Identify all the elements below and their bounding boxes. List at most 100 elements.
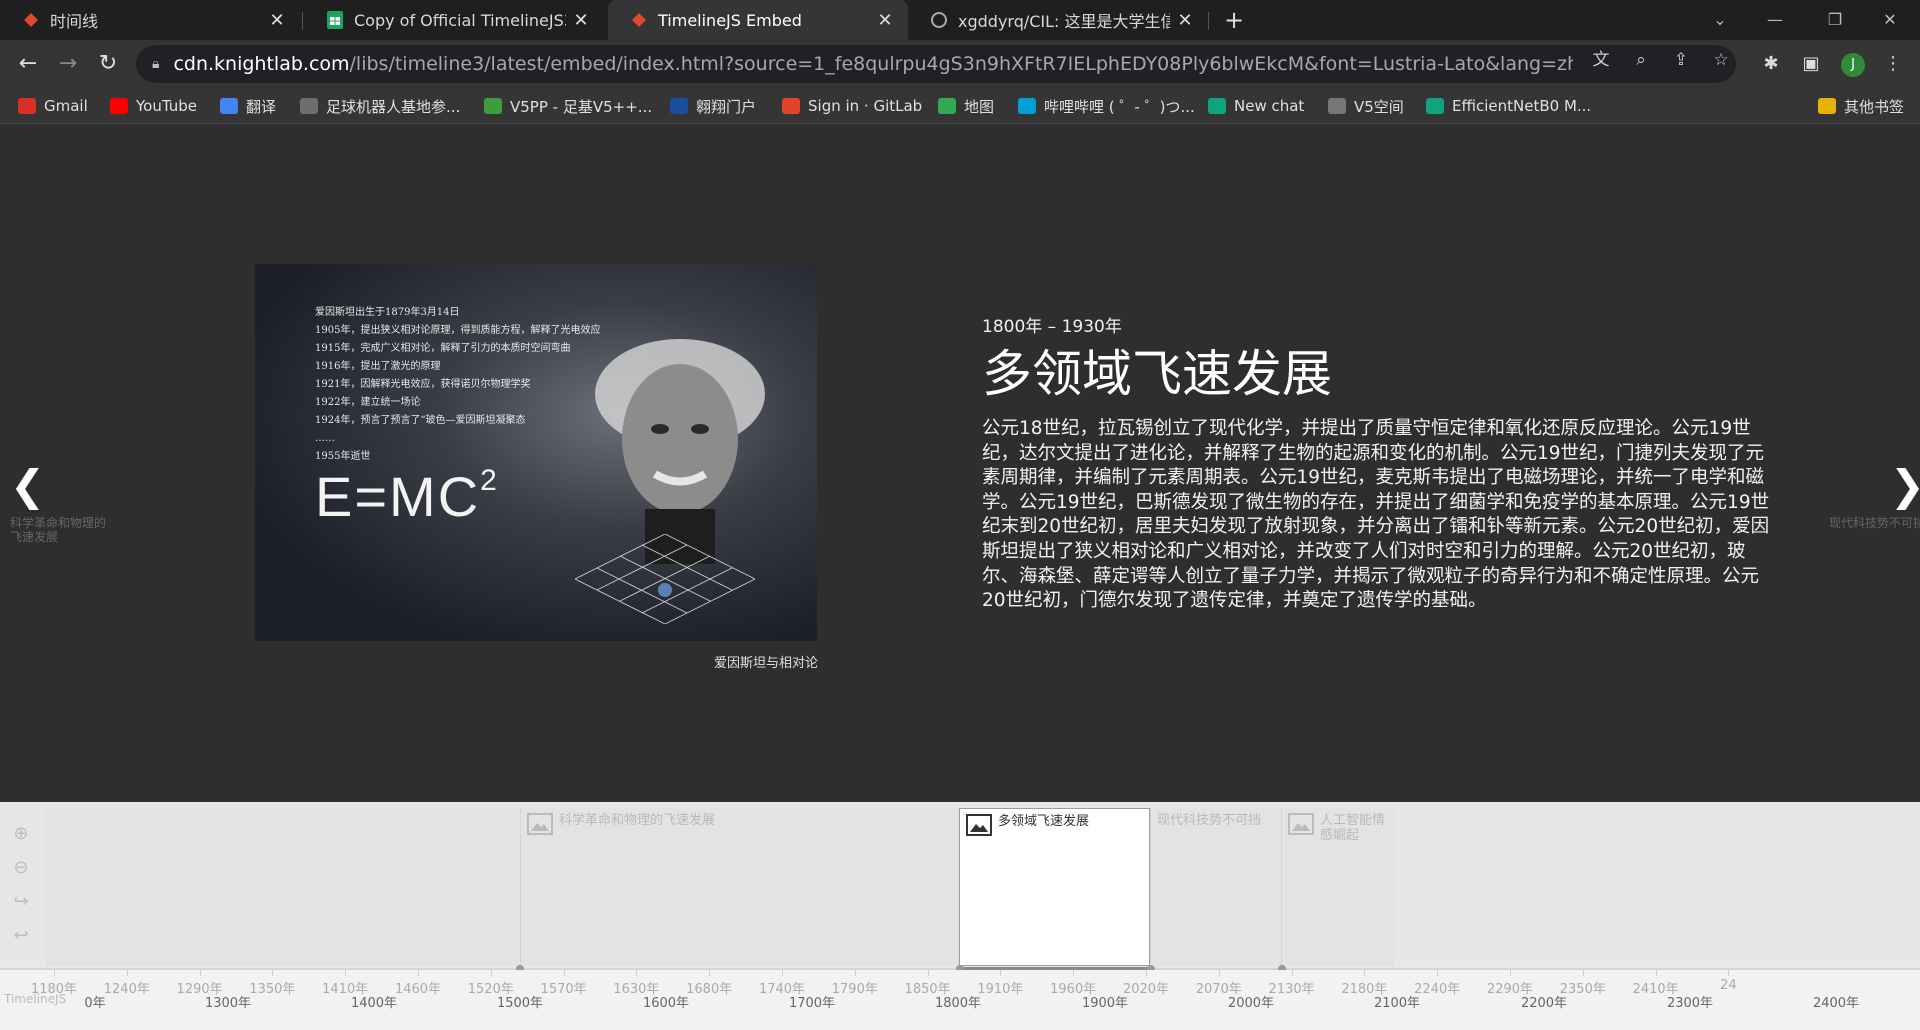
side-panel-icon[interactable]: ▣ <box>1798 52 1824 76</box>
chatgpt-icon <box>1208 98 1226 114</box>
axis-minor-label: 1570年 <box>540 982 587 997</box>
bookmark-label: YouTube <box>136 97 197 115</box>
forward-arrow-icon[interactable]: → <box>52 48 84 80</box>
chevron-left-icon: ❮ <box>10 461 46 510</box>
spacetime-grid-icon <box>575 534 755 624</box>
axis-minor-label: 1240年 <box>103 982 150 997</box>
bookmark-v5pp[interactable]: V5PP - 足基V5++... <box>484 95 652 117</box>
bookmark-youtube[interactable]: YouTube <box>110 95 197 117</box>
tab-search-chevron-icon[interactable]: ⌄ <box>1690 0 1750 40</box>
menu-kebab-icon[interactable]: ⋮ <box>1880 52 1906 76</box>
axis-tick <box>1728 970 1730 976</box>
axis-minor-label: 24 <box>1720 978 1737 993</box>
share-icon[interactable]: ⇪ <box>1670 49 1692 71</box>
tab-close-icon[interactable]: ✕ <box>268 10 286 31</box>
media-note-line: …… <box>315 433 335 444</box>
close-window-icon[interactable]: ✕ <box>1860 0 1920 40</box>
tab-github-cil[interactable]: xgddyrq/CIL: 这里是大学生信息 ✕ <box>908 0 1208 40</box>
lock-icon[interactable]: 🔒︎ <box>152 56 159 72</box>
media-note-line: 1905年，提出狭义相对论原理，得到质能方程，解释了光电效应 <box>315 325 601 336</box>
translate-icon[interactable]: 文 <box>1590 49 1612 71</box>
other-bookmarks-folder[interactable]: 其他书签 <box>1818 95 1904 117</box>
address-bar[interactable]: 🔒︎ cdn.knightlab.com/libs/timeline3/late… <box>136 45 1736 83</box>
tab-separator <box>302 12 303 30</box>
timeline-marker[interactable]: 人工智能情感崛起 <box>1281 808 1394 966</box>
gmail-icon <box>18 98 36 114</box>
axis-major-label: 1700年 <box>788 996 836 1011</box>
bookmark-v5-space[interactable]: V5空间 <box>1328 95 1404 117</box>
bookmark-label: New chat <box>1234 97 1305 115</box>
gitlab-icon <box>782 98 800 114</box>
media-note-line: 1922年，建立统一场论 <box>315 397 421 408</box>
media-note-line: 1916年，提出了激光的原理 <box>315 361 441 372</box>
bookmark-bilibili[interactable]: 哔哩哔哩 ( ゜- ゜)つ... <box>1018 95 1195 117</box>
axis-major-label: 2400年 <box>1812 996 1860 1011</box>
reload-icon[interactable]: ↻ <box>92 48 124 80</box>
profile-avatar[interactable]: J <box>1841 53 1865 77</box>
tab-timelinejs-embed[interactable]: TimelineJS Embed ✕ <box>608 0 908 40</box>
sheets-icon <box>326 11 344 29</box>
tab-title: TimelineJS Embed <box>658 10 802 30</box>
extensions-icon[interactable]: ✱ <box>1758 52 1784 76</box>
tab-close-icon[interactable]: ✕ <box>876 10 894 31</box>
slide-body: 公元18世纪，拉瓦锡创立了现代化学，并提出了质量守恒定律和氧化还原反应理论。公元… <box>982 418 1770 612</box>
url-text: cdn.knightlab.com/libs/timeline3/latest/… <box>173 53 1573 75</box>
bookmark-gmail[interactable]: Gmail <box>18 95 88 117</box>
axis-tick <box>1073 970 1075 976</box>
back-arrow-icon[interactable]: ← <box>12 48 44 80</box>
minimize-icon[interactable]: — <box>1745 0 1805 40</box>
zoom-out-icon[interactable]: ⊖ <box>8 854 34 882</box>
formula-exponent: 2 <box>480 464 499 497</box>
tab-close-icon[interactable]: ✕ <box>1176 10 1194 31</box>
bookmark-new-chat[interactable]: New chat <box>1208 95 1304 117</box>
bookmark-efficientnet[interactable]: EfficientNetB0 M... <box>1426 95 1591 117</box>
bookmark-star-icon[interactable]: ☆ <box>1710 49 1732 71</box>
timeline-marker-empty <box>46 808 520 966</box>
einstein-portrait-icon <box>595 339 765 564</box>
bookmark-translate[interactable]: 翻译 <box>220 95 276 117</box>
axis-tick <box>1146 970 1147 976</box>
portal-icon <box>670 98 688 114</box>
axis-major-label: 1300年 <box>204 996 252 1011</box>
tab-close-icon[interactable]: ✕ <box>572 10 590 31</box>
axis-tick <box>563 970 565 976</box>
timeline-marker[interactable]: 现代科技势不可挡 <box>1150 808 1281 966</box>
media-notes: 爱因斯坦出生于1879年3月14日 1905年，提出狭义相对论原理，得到质能方程… <box>315 304 600 466</box>
new-tab-button[interactable]: + <box>1220 6 1248 34</box>
v5pp-icon <box>484 98 502 114</box>
bookmark-portal[interactable]: 翱翔门户 <box>670 95 756 117</box>
axis-minor-label: 1790年 <box>831 982 878 997</box>
axis-major-label: 0年 <box>84 996 106 1011</box>
axis-tick <box>709 970 711 976</box>
bookmark-gitlab[interactable]: Sign in · GitLab <box>782 95 922 117</box>
zoom-icon[interactable]: ⌕ <box>1630 49 1652 71</box>
axis-minor-label: 1180年 <box>30 982 78 997</box>
axis-tick <box>199 970 201 976</box>
restore-icon[interactable]: ❐ <box>1805 0 1865 40</box>
timeline-navigation: ⊕ ⊖ ↪ ↩ 科学革命和物理的飞速发展 多领域飞速发展 现代科技势不可挡 人工… <box>0 802 1920 1030</box>
previous-slide-button[interactable]: ❮ 科学革命和物理的飞速发展 <box>10 461 110 545</box>
bookmark-label: Sign in · GitLab <box>808 97 923 115</box>
timeline-marker-active[interactable]: 多领域飞速发展 <box>959 808 1150 966</box>
axis-minor-label: 2130年 <box>1268 982 1315 997</box>
browser-tab-bar: 时间线 ✕ Copy of Official TimelineJS3 Te ✕ … <box>0 0 1920 40</box>
previous-slide-label: 科学革命和物理的飞速发展 <box>10 516 107 544</box>
media-note-line: 1924年，预言了预言了“玻色—爱因斯坦凝聚态 <box>315 415 526 426</box>
axis-tick <box>782 970 783 976</box>
redo-icon[interactable]: ↪ <box>8 888 34 916</box>
next-slide-button[interactable]: ❯ 现代科技势不可挡 <box>1825 464 1920 531</box>
bookmark-label: 其他书签 <box>1844 97 1905 116</box>
undo-icon[interactable]: ↩ <box>8 922 34 950</box>
maps-icon <box>938 98 956 114</box>
zoom-in-icon[interactable]: ⊕ <box>8 820 34 848</box>
timelinejs-icon <box>630 11 648 29</box>
tab-timeline[interactable]: 时间线 ✕ <box>0 0 300 40</box>
slide-headline: 多领域飞速发展 <box>982 345 1332 403</box>
bookmark-folder-robot[interactable]: 足球机器人基地参... <box>300 95 460 117</box>
tab-sheets-copy[interactable]: Copy of Official TimelineJS3 Te ✕ <box>304 0 604 40</box>
timeline-slide: 爱因斯坦出生于1879年3月14日 1905年，提出狭义相对论原理，得到质能方程… <box>0 124 1920 802</box>
image-icon <box>966 814 992 836</box>
bookmark-maps[interactable]: 地图 <box>938 95 994 117</box>
bookmark-label: 翱翔门户 <box>696 97 757 116</box>
timeline-marker[interactable]: 科学革命和物理的飞速发展 <box>520 808 960 966</box>
